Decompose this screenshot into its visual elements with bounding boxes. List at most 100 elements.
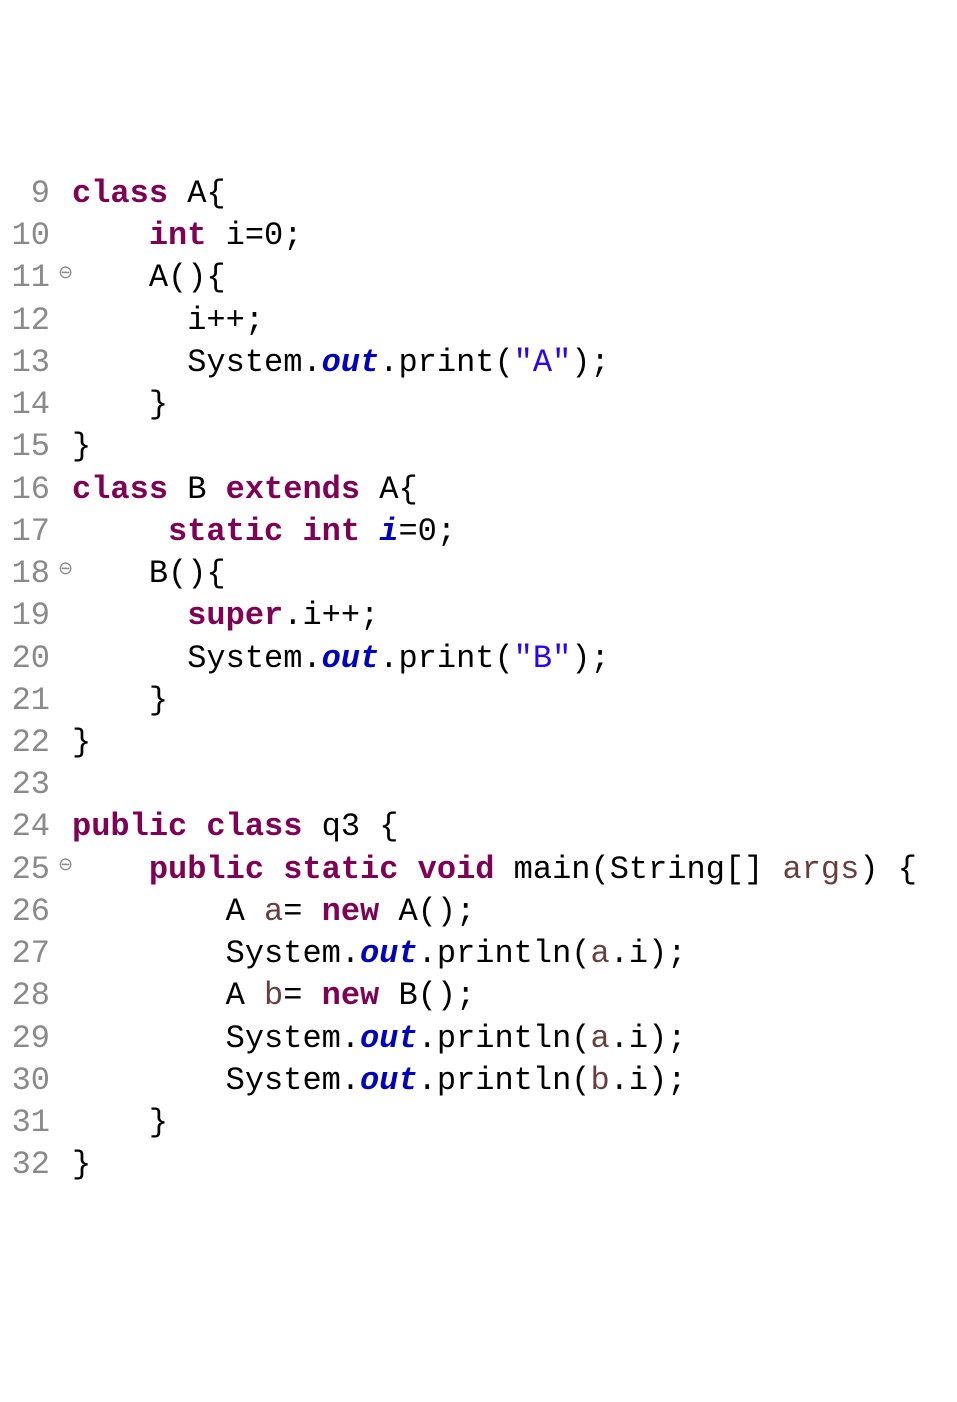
fold-marker-icon xyxy=(58,595,72,637)
code-content[interactable]: System.out.print("B"); xyxy=(72,638,957,680)
token-kw: extends xyxy=(226,471,380,508)
fold-marker-icon xyxy=(58,806,72,848)
token-plain: } xyxy=(72,1146,91,1183)
token-plain: System. xyxy=(72,935,360,972)
code-line[interactable]: 15} xyxy=(0,426,957,468)
token-plain: i++; xyxy=(72,302,264,339)
token-var: a xyxy=(590,1020,609,1057)
fold-marker-icon xyxy=(58,300,72,342)
code-line[interactable]: 24public class q3 { xyxy=(0,806,957,848)
code-content[interactable]: super.i++; xyxy=(72,595,957,637)
code-content[interactable]: class B extends A{ xyxy=(72,469,957,511)
fold-marker-icon xyxy=(58,638,72,680)
token-kw: public static void xyxy=(149,851,514,888)
token-kw: public class xyxy=(72,808,322,845)
token-plain: A{ xyxy=(379,471,417,508)
code-line[interactable]: 12 i++; xyxy=(0,300,957,342)
code-content[interactable]: } xyxy=(72,1144,957,1186)
fold-marker-icon[interactable]: ⊖ xyxy=(58,257,72,299)
code-line[interactable]: 14 } xyxy=(0,384,957,426)
code-line[interactable]: 23 xyxy=(0,764,957,806)
code-content[interactable]: B(){ xyxy=(72,553,957,595)
code-content[interactable]: System.out.print("A"); xyxy=(72,342,957,384)
code-content[interactable]: System.out.println(b.i); xyxy=(72,1060,957,1102)
code-line[interactable]: 16class B extends A{ xyxy=(0,469,957,511)
line-number: 26 xyxy=(0,891,58,933)
token-plain: =0; xyxy=(398,513,456,550)
code-line[interactable]: 9 class A{ xyxy=(0,173,957,215)
code-content[interactable]: } xyxy=(72,680,957,722)
token-plain: .i); xyxy=(610,935,687,972)
line-number: 10 xyxy=(0,215,58,257)
fold-marker-icon xyxy=(58,1102,72,1144)
token-plain: } xyxy=(72,1104,168,1141)
code-line[interactable]: 31 } xyxy=(0,1102,957,1144)
code-content[interactable]: A b= new B(); xyxy=(72,975,957,1017)
code-line[interactable]: 28 A b= new B(); xyxy=(0,975,957,1017)
code-line[interactable]: 25⊖ public static void main(String[] arg… xyxy=(0,849,957,891)
token-plain: } xyxy=(72,428,91,465)
code-line[interactable]: 30 System.out.println(b.i); xyxy=(0,1060,957,1102)
token-plain: B(){ xyxy=(72,555,226,592)
token-plain: .i); xyxy=(610,1062,687,1099)
code-content[interactable]: A a= new A(); xyxy=(72,891,957,933)
token-plain: .println( xyxy=(418,1020,591,1057)
line-number: 30 xyxy=(0,1060,58,1102)
fold-marker-icon xyxy=(58,891,72,933)
fold-marker-icon xyxy=(58,469,72,511)
line-number: 21 xyxy=(0,680,58,722)
token-plain: q3 { xyxy=(322,808,399,845)
code-line[interactable]: 20 System.out.print("B"); xyxy=(0,638,957,680)
token-var: a xyxy=(264,893,283,930)
token-kw: super xyxy=(187,597,283,634)
code-content[interactable]: A(){ xyxy=(72,257,957,299)
code-line[interactable]: 22} xyxy=(0,722,957,764)
fold-marker-icon xyxy=(58,384,72,426)
token-str: "B" xyxy=(514,640,572,677)
code-content[interactable]: public static void main(String[] args) { xyxy=(72,849,957,891)
line-number: 13 xyxy=(0,342,58,384)
token-kw: class xyxy=(72,175,187,212)
token-plain: .i); xyxy=(610,1020,687,1057)
token-plain: =0; xyxy=(245,217,303,254)
line-number: 11 xyxy=(0,257,58,299)
fold-marker-icon xyxy=(58,1060,72,1102)
code-line[interactable]: 10 int i=0; xyxy=(0,215,957,257)
fold-marker-icon[interactable]: ⊖ xyxy=(58,849,72,891)
code-content[interactable]: } xyxy=(72,384,957,426)
code-line[interactable]: 21 } xyxy=(0,680,957,722)
code-content[interactable]: i++; xyxy=(72,300,957,342)
code-content[interactable]: } xyxy=(72,722,957,764)
code-line[interactable]: 27 System.out.println(a.i); xyxy=(0,933,957,975)
code-line[interactable]: 26 A a= new A(); xyxy=(0,891,957,933)
code-line[interactable]: 32} xyxy=(0,1144,957,1186)
code-line[interactable]: 17 static int i=0; xyxy=(0,511,957,553)
token-plain: B(); xyxy=(398,977,475,1014)
line-number: 9 xyxy=(0,173,58,215)
code-content[interactable]: } xyxy=(72,1102,957,1144)
line-number: 12 xyxy=(0,300,58,342)
token-plain xyxy=(72,513,168,550)
code-content[interactable]: int i=0; xyxy=(72,215,957,257)
line-number: 20 xyxy=(0,638,58,680)
code-editor[interactable]: 9class A{10 int i=0;11⊖ A(){12 i++;13 Sy… xyxy=(0,173,957,1187)
code-content[interactable]: public class q3 { xyxy=(72,806,957,848)
fold-marker-icon xyxy=(58,764,72,806)
code-content[interactable] xyxy=(72,764,957,806)
code-content[interactable]: class A{ xyxy=(72,173,957,215)
token-plain: A{ xyxy=(187,175,225,212)
code-content[interactable]: } xyxy=(72,426,957,468)
token-plain xyxy=(72,217,149,254)
code-line[interactable]: 18⊖ B(){ xyxy=(0,553,957,595)
fold-marker-icon[interactable]: ⊖ xyxy=(58,553,72,595)
fold-marker-icon xyxy=(58,511,72,553)
code-line[interactable]: 11⊖ A(){ xyxy=(0,257,957,299)
code-content[interactable]: static int i=0; xyxy=(72,511,957,553)
fold-marker-icon xyxy=(58,933,72,975)
code-line[interactable]: 13 System.out.print("A"); xyxy=(0,342,957,384)
fold-marker-icon xyxy=(58,342,72,384)
line-number: 19 xyxy=(0,595,58,637)
token-plain: = xyxy=(283,893,321,930)
code-content[interactable]: System.out.println(a.i); xyxy=(72,933,957,975)
code-line[interactable]: 19 super.i++; xyxy=(0,595,957,637)
